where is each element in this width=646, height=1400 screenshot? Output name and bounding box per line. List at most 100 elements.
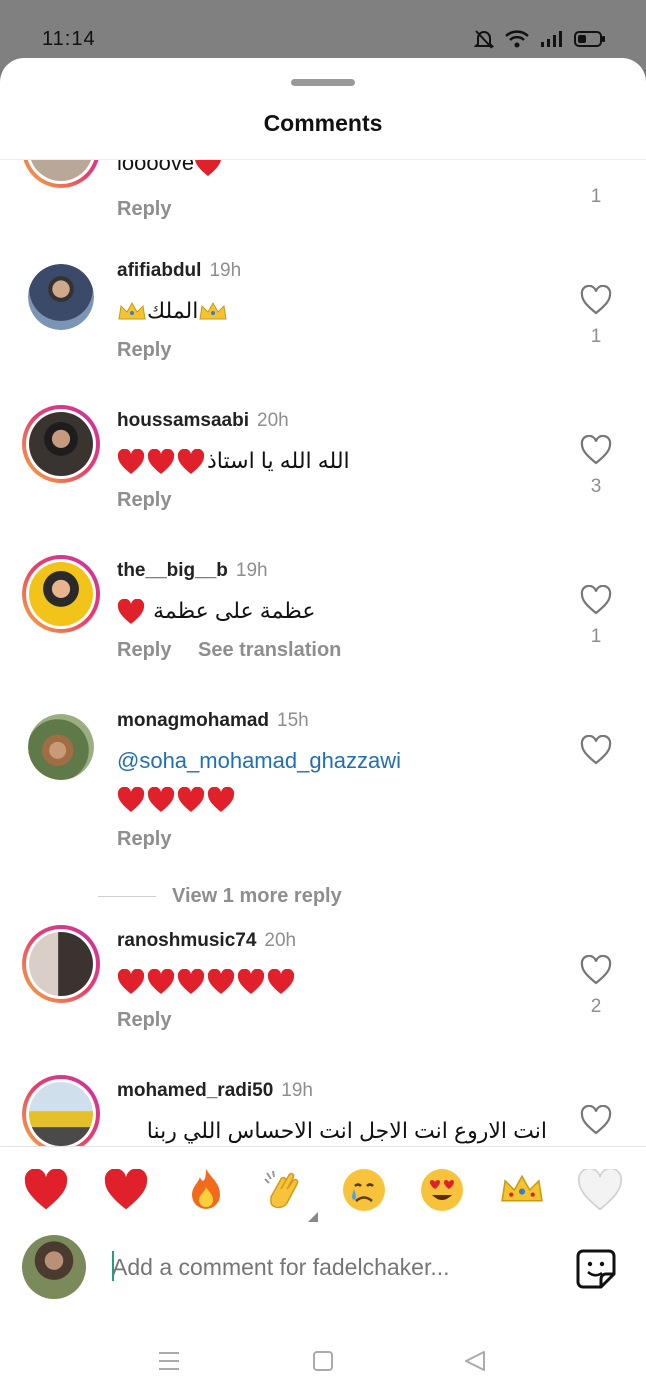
like-heart-icon[interactable] <box>580 435 612 465</box>
red-heart-icon <box>117 449 145 475</box>
system-nav-bar <box>0 1328 646 1400</box>
sticker-icon[interactable] <box>575 1248 617 1290</box>
red-heart-icon <box>177 787 205 813</box>
like-heart-icon[interactable] <box>580 585 612 615</box>
current-user-avatar <box>22 1235 86 1299</box>
red-heart-icon <box>147 449 175 475</box>
username[interactable]: afifiabdul <box>117 260 201 281</box>
username[interactable]: monagmohamad <box>117 710 269 731</box>
comment-text: الله الله يا استاذ <box>207 448 350 473</box>
comment-item: mohamed_radi50 19h انت الاروع انت الاجل ا… <box>0 1075 646 1146</box>
username[interactable]: the__big__b <box>117 560 228 581</box>
red-heart-icon <box>237 969 265 995</box>
like-count: 2 <box>590 996 602 1017</box>
like-count: 1 <box>590 186 602 207</box>
reply-button[interactable]: Reply <box>117 489 171 512</box>
clapping-hands-emoji-icon[interactable] <box>258 1164 318 1222</box>
comment-item: ranoshmusic74 20h Reply 2 <box>0 925 646 1070</box>
red-heart-icon <box>147 787 175 813</box>
timestamp: 20h <box>257 410 289 431</box>
view-more-replies[interactable]: View 1 more reply <box>98 885 342 908</box>
red-heart-emoji-icon[interactable] <box>20 1164 72 1216</box>
home-square-icon[interactable] <box>312 1350 334 1372</box>
reply-button[interactable]: Reply <box>117 198 171 221</box>
like-heart-icon[interactable] <box>580 735 612 765</box>
reply-button[interactable]: Reply <box>117 639 171 662</box>
avatar[interactable] <box>22 405 100 483</box>
crown-emoji-icon[interactable] <box>496 1164 548 1216</box>
signal-icon <box>541 31 562 47</box>
comments-sheet: Comments loooove Reply 1 afifiabdul 19h ا… <box>0 58 646 1400</box>
view-more-replies-label: View 1 more reply <box>172 885 342 907</box>
drag-handle[interactable] <box>291 79 355 86</box>
menu-icon[interactable] <box>158 1350 180 1372</box>
see-translation-button[interactable]: See translation <box>198 639 341 662</box>
like-heart-icon[interactable] <box>580 1105 612 1135</box>
timestamp: 19h <box>281 1080 313 1101</box>
comment-text: loooove <box>117 160 195 175</box>
avatar[interactable] <box>22 160 100 188</box>
like-count: 3 <box>590 476 602 497</box>
red-heart-icon <box>195 160 221 177</box>
comment-item: loooove Reply 1 <box>0 160 646 250</box>
red-heart-icon <box>177 969 205 995</box>
status-icons <box>474 28 606 50</box>
timestamp: 19h <box>209 260 242 281</box>
timestamp: 19h <box>235 560 268 581</box>
comment-text: انت الاروع انت الاجل انت الاحساس اللي رب… <box>146 1118 547 1143</box>
timestamp: 20h <box>264 930 297 951</box>
thread-line <box>98 896 156 897</box>
red-heart-emoji-icon[interactable] <box>100 1164 152 1216</box>
comment-text: عظمة على عظمة <box>153 598 316 623</box>
comment-item: houssamsaabi 20h الله الله يا استاذ Reply… <box>0 405 646 550</box>
username[interactable]: ranoshmusic74 <box>117 930 256 951</box>
red-heart-icon <box>177 449 205 475</box>
comment-item: monagmohamad 15h @soha_mohamad_ghazzawi R… <box>0 710 646 890</box>
username[interactable]: mohamed_radi50 <box>117 1080 273 1101</box>
mute-bell-icon <box>474 30 494 49</box>
quick-emoji-bar <box>0 1164 646 1222</box>
reply-button[interactable]: Reply <box>117 339 171 362</box>
reply-button[interactable]: Reply <box>117 828 171 851</box>
avatar[interactable] <box>22 555 100 633</box>
reply-button[interactable]: Reply <box>117 1009 171 1032</box>
like-count: 1 <box>590 326 602 347</box>
comments-list[interactable]: loooove Reply 1 afifiabdul 19h الملك Repl… <box>0 160 646 1146</box>
red-heart-icon <box>207 969 235 995</box>
red-heart-icon <box>267 969 295 995</box>
comment-text: الملك <box>147 298 199 323</box>
timestamp: 15h <box>277 710 309 731</box>
crown-emoji-icon <box>199 302 227 320</box>
username[interactable]: houssamsaabi <box>117 410 249 431</box>
like-count: 1 <box>590 626 602 647</box>
status-time: 11:14 <box>42 28 96 50</box>
like-heart-icon[interactable] <box>580 285 612 315</box>
crying-face-emoji-icon[interactable] <box>338 1164 390 1216</box>
avatar[interactable] <box>28 714 94 780</box>
red-heart-icon <box>207 787 235 813</box>
red-heart-icon <box>117 969 145 995</box>
heart-eyes-face-emoji-icon[interactable] <box>416 1164 468 1216</box>
comment-item: the__big__b 19h عظمة على عظمة Reply See t… <box>0 555 646 700</box>
white-heart-emoji-icon[interactable] <box>574 1164 626 1216</box>
crown-emoji-icon <box>118 302 146 320</box>
wifi-icon <box>505 30 529 48</box>
back-triangle-icon[interactable] <box>464 1350 486 1372</box>
battery-icon <box>574 31 605 47</box>
text-cursor <box>112 1251 114 1281</box>
emoji-bar-divider <box>0 1146 646 1147</box>
fire-emoji-icon[interactable] <box>180 1164 232 1216</box>
avatar[interactable] <box>22 1075 100 1146</box>
mention-link[interactable]: @soha_mohamad_ghazzawi <box>117 748 401 774</box>
red-heart-icon <box>147 969 175 995</box>
comment-item: afifiabdul 19h الملك Reply 1 <box>0 260 646 400</box>
like-heart-icon[interactable] <box>580 955 612 985</box>
comment-input[interactable] <box>112 1235 532 1299</box>
comment-text <box>117 968 297 995</box>
comment-composer <box>0 1235 646 1303</box>
red-heart-icon <box>117 599 145 625</box>
red-heart-icon <box>117 787 145 813</box>
sheet-title: Comments <box>263 110 383 136</box>
avatar[interactable] <box>28 264 94 330</box>
avatar[interactable] <box>22 925 100 1003</box>
